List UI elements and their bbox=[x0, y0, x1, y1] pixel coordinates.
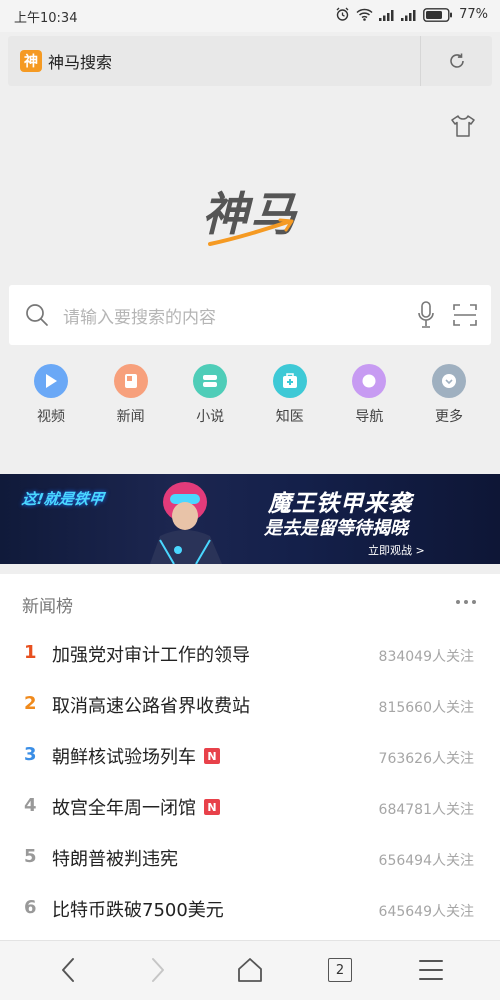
tshirt-icon bbox=[451, 115, 475, 137]
status-time: 上午10:34 bbox=[14, 11, 78, 26]
chevron-right-icon bbox=[152, 958, 164, 982]
banner-game-logo: 这!就是铁甲 bbox=[20, 490, 106, 508]
signal-icon bbox=[379, 9, 394, 21]
brand-swoosh-icon bbox=[208, 218, 294, 246]
address-bar[interactable]: 神 神马搜索 bbox=[8, 36, 492, 86]
more-options-icon[interactable] bbox=[456, 600, 476, 604]
quick-link-label: 视频 bbox=[37, 409, 65, 425]
news-item[interactable]: 3 朝鲜核试验场列车 N 763626人关注 bbox=[0, 732, 500, 783]
quick-link-navigation[interactable]: 导航 bbox=[336, 364, 402, 426]
news-item[interactable]: 1 加强党对审计工作的领导 834049人关注 bbox=[0, 630, 500, 681]
scan-icon[interactable] bbox=[453, 303, 477, 327]
menu-icon bbox=[419, 960, 443, 980]
search-icon bbox=[26, 304, 48, 326]
new-badge: N bbox=[204, 799, 220, 815]
news-rank: 5 bbox=[24, 846, 37, 867]
tab-count: 2 bbox=[328, 958, 352, 982]
back-button[interactable] bbox=[58, 956, 78, 988]
news-rank: 6 bbox=[24, 897, 37, 918]
wifi-icon bbox=[356, 8, 373, 21]
quick-link-medical[interactable]: 知医 bbox=[257, 364, 323, 426]
news-followers: 815660人关注 bbox=[378, 700, 474, 716]
news-rank: 4 bbox=[24, 795, 37, 816]
menu-button[interactable] bbox=[418, 956, 444, 988]
chevron-left-icon bbox=[62, 958, 74, 982]
bottom-navigation: 2 bbox=[0, 940, 500, 1000]
news-followers: 645649人关注 bbox=[378, 904, 474, 920]
quick-link-label: 导航 bbox=[355, 409, 384, 425]
news-headline: 故宫全年周一闭馆 N bbox=[52, 794, 220, 820]
skin-button[interactable] bbox=[450, 114, 476, 142]
news-headline: 比特币跌破7500美元 bbox=[52, 900, 224, 921]
banner-cta-link[interactable]: 立即观战 > bbox=[368, 542, 425, 558]
news-headline: 特朗普被判违宪 bbox=[52, 849, 178, 870]
microphone-icon[interactable] bbox=[417, 301, 435, 329]
news-headline: 加强党对审计工作的领导 bbox=[52, 645, 250, 666]
news-ranking: 新闻榜 1 加强党对审计工作的领导 834049人关注 2 取消高速公路省界收费… bbox=[0, 574, 500, 940]
refresh-icon bbox=[449, 53, 464, 68]
home-icon bbox=[238, 958, 262, 982]
battery-icon bbox=[423, 7, 453, 22]
navigation-icon bbox=[352, 364, 387, 398]
quick-link-label: 新闻 bbox=[116, 409, 145, 425]
status-icons: 77% bbox=[335, 7, 488, 22]
refresh-button[interactable] bbox=[420, 36, 492, 86]
news-followers: 684781人关注 bbox=[378, 802, 474, 818]
medical-kit-icon bbox=[272, 364, 307, 398]
status-bar: 上午10:34 77% bbox=[0, 0, 500, 32]
quick-link-label: 知医 bbox=[275, 409, 304, 425]
home-button[interactable] bbox=[236, 956, 264, 988]
book-icon bbox=[193, 364, 228, 398]
new-badge: N bbox=[204, 748, 220, 764]
quick-link-more[interactable]: 更多 bbox=[416, 364, 482, 426]
news-item[interactable]: 4 故宫全年周一闭馆 N 684781人关注 bbox=[0, 783, 500, 834]
signal-icon bbox=[401, 9, 416, 21]
search-input[interactable]: 请输入要搜索的内容 bbox=[63, 303, 216, 328]
quick-link-news[interactable]: 新闻 bbox=[98, 364, 164, 426]
battery-percent: 77% bbox=[459, 7, 488, 22]
search-box[interactable]: 请输入要搜索的内容 bbox=[9, 285, 491, 345]
quick-links: 视频 新闻 小说 知医 导航 更多 bbox=[18, 364, 482, 426]
news-followers: 656494人关注 bbox=[378, 853, 474, 869]
brand-logo: 神马 bbox=[0, 178, 500, 246]
banner-subheadline: 是去是留等待揭晓 bbox=[264, 518, 408, 539]
news-followers: 834049人关注 bbox=[378, 649, 474, 665]
promo-banner[interactable]: 这!就是铁甲 魔王铁甲来袭 是去是留等待揭晓 立即观战 > bbox=[0, 474, 500, 564]
forward-button[interactable] bbox=[148, 956, 168, 988]
alarm-icon bbox=[336, 7, 349, 21]
play-icon bbox=[34, 364, 68, 398]
news-ranking-title: 新闻榜 bbox=[22, 597, 73, 617]
tabs-button[interactable]: 2 bbox=[328, 958, 352, 982]
news-item[interactable]: 5 特朗普被判违宪 656494人关注 bbox=[0, 834, 500, 885]
news-item[interactable]: 6 比特币跌破7500美元 645649人关注 bbox=[0, 885, 500, 936]
news-item[interactable]: 2 取消高速公路省界收费站 815660人关注 bbox=[0, 681, 500, 732]
news-followers: 763626人关注 bbox=[378, 751, 474, 767]
news-headline: 取消高速公路省界收费站 bbox=[52, 696, 250, 717]
news-rank: 1 bbox=[24, 642, 37, 663]
shenma-logo-icon: 神 bbox=[20, 50, 42, 72]
chevron-down-icon bbox=[431, 364, 466, 398]
news-headline: 朝鲜核试验场列车 N bbox=[52, 743, 220, 769]
quick-link-novel[interactable]: 小说 bbox=[177, 364, 243, 426]
quick-link-label: 更多 bbox=[434, 409, 463, 425]
address-title[interactable]: 神马搜索 bbox=[48, 49, 112, 73]
quick-link-label: 小说 bbox=[196, 409, 225, 425]
quick-link-video[interactable]: 视频 bbox=[18, 364, 84, 426]
news-rank: 2 bbox=[24, 693, 37, 714]
news-icon bbox=[113, 364, 148, 398]
news-rank: 3 bbox=[24, 744, 37, 765]
banner-character-image bbox=[150, 482, 222, 564]
banner-headline: 魔王铁甲来袭 bbox=[268, 491, 412, 517]
